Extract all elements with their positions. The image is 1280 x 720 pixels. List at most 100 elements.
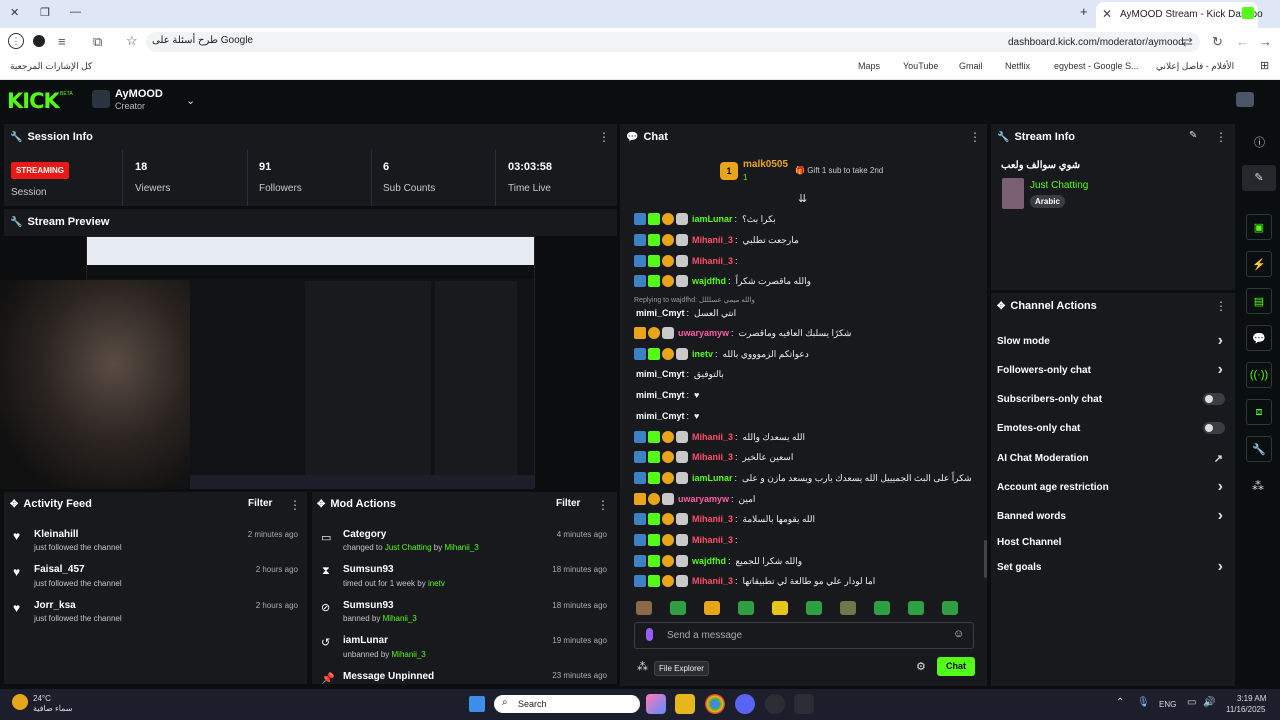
emote-icon[interactable] xyxy=(636,601,652,615)
send-chat-button[interactable]: Chat xyxy=(937,657,975,676)
session-menu-icon[interactable]: ⋮ xyxy=(598,130,610,144)
chat-message[interactable]: Mihanii_3: الله يقومها بالسلامة xyxy=(634,510,815,528)
external-link-icon[interactable]: ↗ xyxy=(1214,452,1223,465)
activity-name[interactable]: Kleinahill xyxy=(34,529,78,540)
chat-username[interactable]: mimi_Cmyt xyxy=(636,411,685,421)
stream-info-menu-icon[interactable]: ⋮ xyxy=(1215,130,1227,144)
star-icon[interactable]: ☆ xyxy=(126,33,138,49)
chat-message[interactable]: iamLunar: شكراً على البث الجميييل الله يس… xyxy=(634,469,972,487)
mod-action-actor[interactable]: inetv xyxy=(428,579,445,588)
channel-action-row[interactable]: Subscribers-only chat xyxy=(997,388,1227,410)
chevron-right-icon[interactable]: › xyxy=(1218,332,1223,350)
chat-menu-icon[interactable]: ⋮ xyxy=(969,130,981,144)
chat-message[interactable]: Mihanii_3: اما لودار علي مو طالعة لي تطبي… xyxy=(634,572,875,590)
activity-name[interactable]: Faisal_457 xyxy=(34,564,85,575)
document-icon[interactable]: ▤ xyxy=(1246,288,1272,314)
tools-icon[interactable]: 🔧 xyxy=(1246,436,1272,462)
chat-username[interactable]: inetv xyxy=(692,349,713,359)
mod-action-actor[interactable]: Mihanii_3 xyxy=(392,650,426,659)
chat-message[interactable]: uwaryamyw: امين xyxy=(634,490,755,508)
chat-scrollbar[interactable] xyxy=(984,540,987,578)
emote-icon[interactable] xyxy=(806,601,822,615)
chat-message[interactable]: Mihanii_3: xyxy=(634,252,743,270)
chat-message[interactable]: Mihanii_3: الله يسعدك والله xyxy=(634,428,805,446)
chat-username[interactable]: mimi_Cmyt xyxy=(636,369,685,379)
quick-actions-icon[interactable]: ⁂ xyxy=(637,660,648,673)
bookmark-netflix[interactable]: Netflix xyxy=(1005,61,1030,71)
taskbar-search-label[interactable]: Search xyxy=(518,699,547,709)
google-search-chip[interactable]: طرح أسئلة على Google xyxy=(152,35,253,46)
all-bookmarks[interactable]: كل الإشارات المرجعية xyxy=(10,61,92,72)
chat-message[interactable]: wajdfhd: والله ماقصرت شكراً xyxy=(634,272,811,290)
emoji-icon[interactable]: ☺ xyxy=(953,628,964,640)
more-tools-icon[interactable]: ⁂ xyxy=(1252,479,1264,493)
minimize-window-icon[interactable]: — xyxy=(70,6,81,18)
chat-input-placeholder[interactable]: Send a message xyxy=(667,630,742,641)
tune-icon[interactable]: ⇄ xyxy=(1182,34,1193,50)
kick-logo[interactable]: KICK xyxy=(7,89,60,113)
bookmark-egybest[interactable]: egybest - Google S... xyxy=(1054,61,1139,71)
channel-name[interactable]: AyMOOD xyxy=(115,88,163,100)
restore-window-icon[interactable]: ❐ xyxy=(40,6,50,19)
weather-temp[interactable]: 24°C xyxy=(33,694,51,703)
mod-action-target[interactable]: Just Chatting xyxy=(385,543,432,552)
chevron-right-icon[interactable]: › xyxy=(1218,478,1223,496)
chat-username[interactable]: Mihanii_3 xyxy=(692,576,733,586)
toggle-switch[interactable] xyxy=(1203,422,1225,434)
channel-action-row[interactable]: Slow mode › xyxy=(997,330,1227,352)
gift-sub-cta[interactable]: 🎁 Gift 1 sub to take 2nd xyxy=(795,166,883,175)
mod-action-actor[interactable]: Mihanii_3 xyxy=(444,543,478,552)
chat-message[interactable]: Mihanii_3: مارجعت تطلبي xyxy=(634,231,799,249)
app-icon[interactable] xyxy=(794,694,814,714)
emote-icon[interactable] xyxy=(840,601,856,615)
toggle-switch[interactable] xyxy=(1203,393,1225,405)
channel-actions-menu-icon[interactable]: ⋮ xyxy=(1215,299,1227,313)
chat-message[interactable]: Mihanii_3: xyxy=(634,531,743,549)
chat-message[interactable]: uwaryamyw: شكرًا يسلبك العافيه وماقصرت xyxy=(634,324,851,342)
forward-icon[interactable]: ← xyxy=(1236,34,1249,49)
chat-username[interactable]: Mihanii_3 xyxy=(692,256,733,266)
chat-message[interactable]: mimi_Cmyt: بالتوفيق xyxy=(634,365,724,383)
language-indicator[interactable]: ENG xyxy=(1159,700,1176,709)
back-icon[interactable]: → xyxy=(1259,34,1272,49)
apps-grid-icon[interactable]: ⊞ xyxy=(1260,59,1269,72)
chat-username[interactable]: Mihanii_3 xyxy=(692,432,733,442)
clock-date[interactable]: 11/16/2025 xyxy=(1226,705,1265,714)
url-text[interactable]: dashboard.kick.com/moderator/aymood xyxy=(1008,37,1184,48)
browser-tab[interactable]: ✕ AyMOOD Stream - Kick Dashbo xyxy=(1096,2,1263,28)
chat-username[interactable]: Mihanii_3 xyxy=(692,452,733,462)
chat-username[interactable]: Mihanii_3 xyxy=(692,535,733,545)
chat-message[interactable]: mimi_Cmyt: ♥ xyxy=(634,407,699,425)
chat-message[interactable]: mimi_Cmyt: انتي العسل xyxy=(634,304,736,322)
category-link[interactable]: Just Chatting xyxy=(1030,180,1088,191)
edit-layout-icon[interactable]: ✎ xyxy=(1242,165,1276,191)
activity-menu-icon[interactable]: ⋮ xyxy=(289,498,301,512)
reload-icon[interactable]: ↻ xyxy=(1212,34,1223,50)
discord-icon[interactable] xyxy=(735,694,755,714)
bookmark-gmail[interactable]: Gmail xyxy=(959,61,983,71)
emote-icon[interactable] xyxy=(874,601,890,615)
start-icon[interactable] xyxy=(469,696,485,712)
clock-time[interactable]: 3:19 AM xyxy=(1237,694,1266,703)
chat-message[interactable]: inetv: دعواتكم الزموووي بالله xyxy=(634,345,809,363)
close-window-icon[interactable]: ✕ xyxy=(10,6,19,19)
emote-bar[interactable] xyxy=(636,601,976,620)
chevron-down-icon[interactable]: ⌄ xyxy=(186,94,195,107)
category-thumbnail[interactable] xyxy=(1002,178,1024,209)
channel-action-row[interactable]: Followers-only chat › xyxy=(997,359,1227,381)
chrome-icon[interactable] xyxy=(705,694,725,714)
volume-icon[interactable]: 🔊 xyxy=(1203,697,1215,708)
chat-username[interactable]: wajdfhd xyxy=(692,276,726,286)
chevron-right-icon[interactable]: › xyxy=(1218,558,1223,576)
language-tag[interactable]: Arabic xyxy=(1030,195,1065,208)
activity-filter-button[interactable]: Filter xyxy=(248,498,272,509)
taskbar-search[interactable] xyxy=(494,695,640,713)
user-avatar[interactable] xyxy=(1236,92,1254,107)
chat-username[interactable]: uwaryamyw xyxy=(678,328,729,338)
scroll-down-icon[interactable]: ⇊ xyxy=(798,192,807,205)
chat-username[interactable]: uwaryamyw xyxy=(678,494,729,504)
close-tab-icon[interactable]: ✕ xyxy=(1102,7,1112,21)
chat-username[interactable]: iamLunar xyxy=(692,214,733,224)
channel-action-row[interactable]: Host Channel xyxy=(997,531,1227,553)
menu-icon[interactable]: ⋮ xyxy=(8,33,24,49)
